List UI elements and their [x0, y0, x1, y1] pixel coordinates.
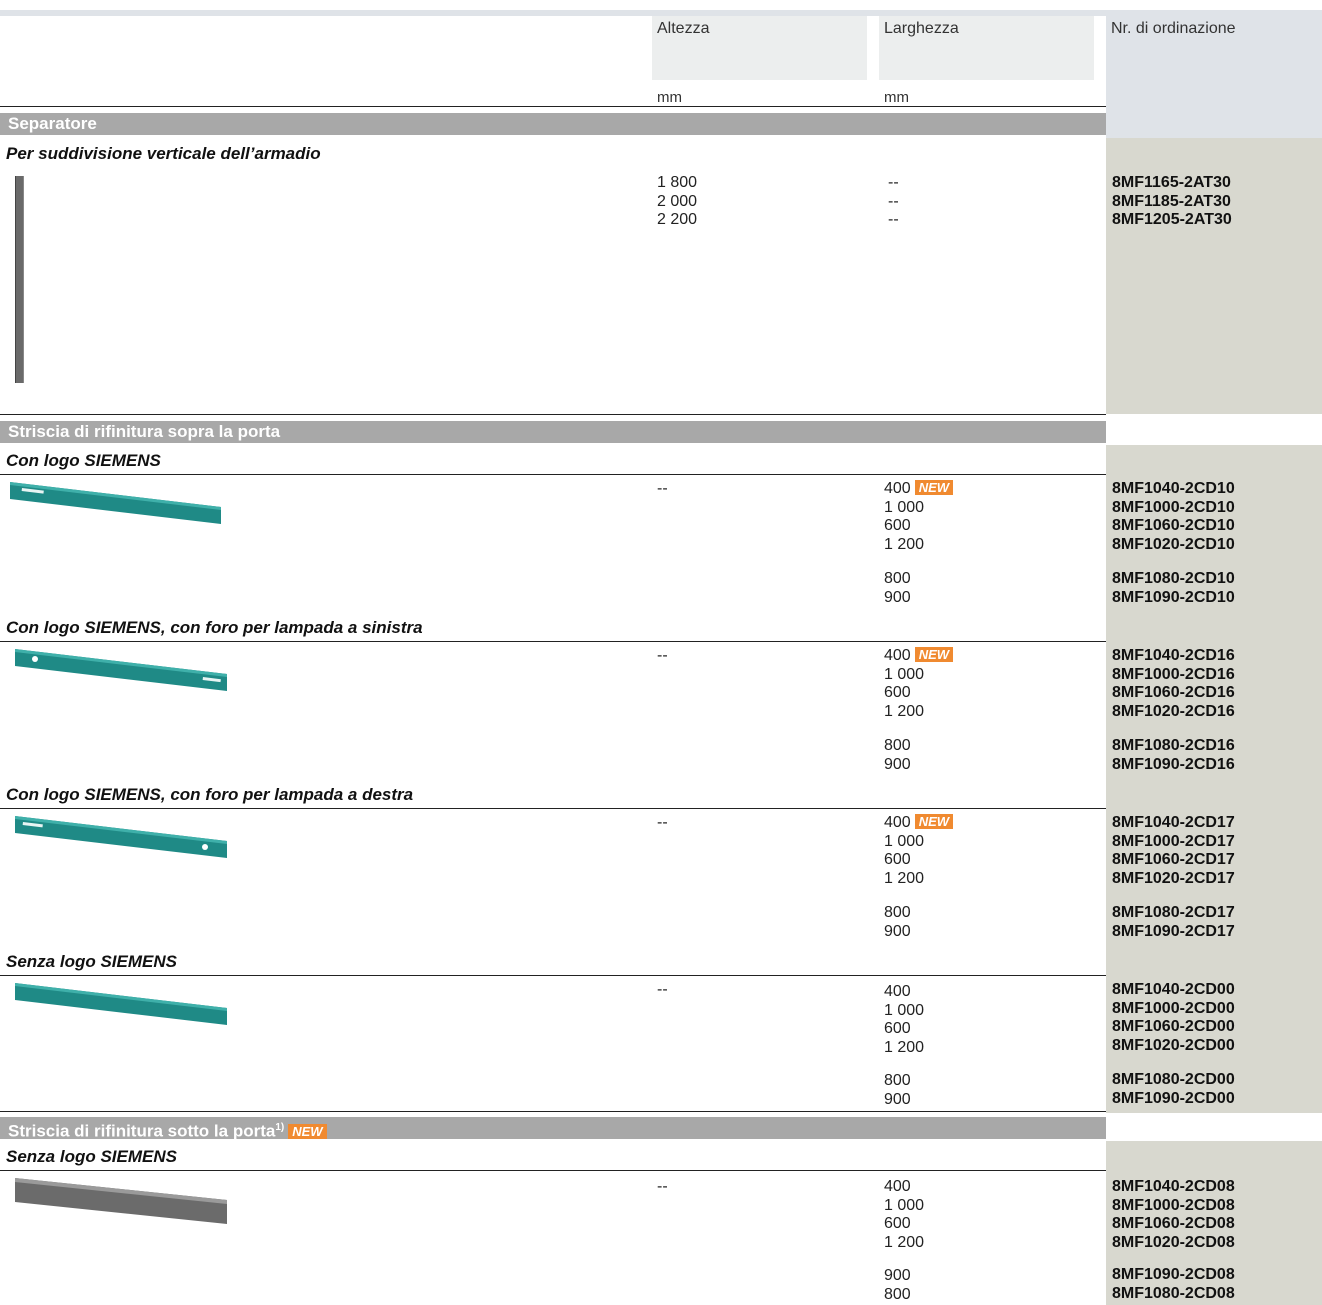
- order-codes: 8MF1040-2CD17 8MF1000-2CD17 8MF1060-2CD1…: [1112, 814, 1235, 887]
- trim-strip-hole-right-image: [15, 816, 227, 858]
- new-badge: NEW: [288, 1123, 327, 1139]
- header-width-unit: mm: [884, 89, 909, 106]
- height-value: --: [657, 814, 668, 831]
- section-title-sopra: Striscia di rifinitura sopra la porta: [0, 421, 1106, 443]
- width-values: 800 900: [884, 737, 911, 773]
- new-badge: NEW: [914, 480, 954, 495]
- subsection-title: Con logo SIEMENS, con foro per lampada a…: [6, 785, 414, 804]
- order-codes: 8MF1165-2AT30 8MF1185-2AT30 8MF1205-2AT3…: [1112, 174, 1232, 228]
- height-values: 1 800 2 000 2 200: [657, 174, 698, 228]
- width-values: 400 NEW 1 000 600 1 200: [884, 814, 954, 888]
- header-rule: [0, 106, 1106, 107]
- order-codes: 8MF1080-2CD16 8MF1090-2CD16: [1112, 737, 1235, 773]
- width-values: 900 800: [884, 1267, 911, 1303]
- width-values: 800 900: [884, 904, 911, 940]
- order-codes: 8MF1040-2CD08 8MF1000-2CD08 8MF1060-2CD0…: [1112, 1178, 1235, 1251]
- header-height-unit: mm: [657, 89, 682, 106]
- trim-strip-gray-image: [15, 1178, 227, 1224]
- width-values: -- -- --: [888, 174, 899, 228]
- height-value: --: [657, 981, 668, 998]
- new-badge: NEW: [914, 647, 954, 662]
- subsection-rule: [0, 808, 1106, 809]
- subsection-title: Per suddivisione verticale dell’armadio: [6, 144, 321, 163]
- new-badge: NEW: [914, 814, 954, 829]
- order-codes: 8MF1080-2CD17 8MF1090-2CD17: [1112, 904, 1235, 940]
- subsection-title: Senza logo SIEMENS: [6, 1147, 177, 1166]
- order-codes: 8MF1040-2CD00 8MF1000-2CD00 8MF1060-2CD0…: [1112, 981, 1235, 1054]
- order-codes: 8MF1080-2CD00 8MF1090-2CD00: [1112, 1071, 1235, 1107]
- width-values: 400 NEW 1 000 600 1 200: [884, 480, 954, 554]
- width-values: 400 1 000 600 1 200: [884, 983, 925, 1056]
- section-title-separatore: Separatore: [0, 113, 1106, 135]
- header-height-label: Altezza: [657, 20, 710, 37]
- width-values: 800 900: [884, 1072, 911, 1108]
- header-order-label: Nr. di ordinazione: [1111, 20, 1236, 37]
- width-values: 800 900: [884, 570, 911, 606]
- height-value: --: [657, 647, 668, 664]
- order-codes: 8MF1080-2CD10 8MF1090-2CD10: [1112, 570, 1235, 606]
- order-codes: 8MF1040-2CD10 8MF1000-2CD10 8MF1060-2CD1…: [1112, 480, 1235, 553]
- separator-panel-image: [15, 176, 24, 383]
- order-codes: 8MF1040-2CD16 8MF1000-2CD16 8MF1060-2CD1…: [1112, 647, 1235, 720]
- header-width-label: Larghezza: [884, 20, 959, 37]
- subsection-rule: [0, 1170, 1106, 1171]
- subsection-rule: [0, 641, 1106, 642]
- section-rule: [0, 1111, 1106, 1112]
- height-value: --: [657, 1178, 668, 1195]
- trim-strip-hole-left-image: [15, 649, 227, 691]
- height-value: --: [657, 480, 668, 497]
- order-codes: 8MF1090-2CD08 8MF1080-2CD08: [1112, 1266, 1235, 1302]
- width-values: 400 1 000 600 1 200: [884, 1178, 925, 1251]
- width-values: 400 NEW 1 000 600 1 200: [884, 647, 954, 721]
- trim-strip-plain-image: [15, 983, 227, 1025]
- subsection-rule: [0, 474, 1106, 475]
- trim-strip-logo-image: [10, 482, 221, 524]
- subsection-title: Senza logo SIEMENS: [6, 952, 177, 971]
- subsection-title: Con logo SIEMENS, con foro per lampada a…: [6, 618, 423, 637]
- subsection-title: Con logo SIEMENS: [6, 451, 161, 470]
- section-title-sotto: Striscia di rifinitura sotto la porta1) N…: [0, 1117, 1106, 1141]
- section-rule: [0, 414, 1106, 415]
- subsection-rule: [0, 975, 1106, 976]
